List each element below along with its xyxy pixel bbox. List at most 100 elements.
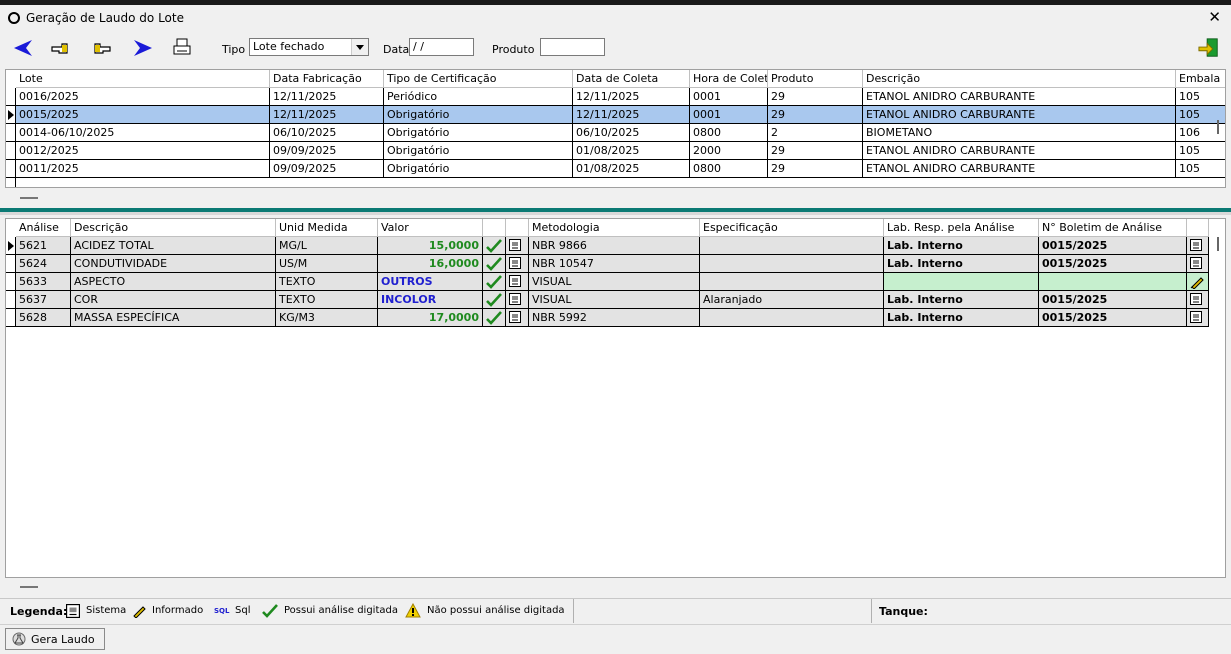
hora-cell: 0800: [690, 124, 768, 142]
col-header-boletim[interactable]: N° Boletim de Análise: [1039, 219, 1187, 237]
col-header-valor[interactable]: Valor: [378, 219, 483, 237]
tipo-cell: Periódico: [384, 88, 573, 106]
table-row-partial[interactable]: [6, 178, 1225, 187]
table-row[interactable]: 0014-06/10/2025 06/10/2025 Obrigatório 0…: [6, 124, 1225, 142]
unid-cell: MG/L: [276, 237, 378, 255]
scrollbar[interactable]: [1217, 120, 1219, 134]
col-header-hora-coleta[interactable]: Hora de Coleta: [690, 70, 768, 88]
close-button[interactable]: ✕: [1208, 8, 1221, 26]
warning-icon: [405, 603, 421, 618]
icon-cell[interactable]: [1187, 309, 1209, 327]
table-row[interactable]: 0012/2025 09/09/2025 Obrigatório 01/08/2…: [6, 142, 1225, 160]
tipo-select[interactable]: Lote fechado: [249, 38, 369, 56]
printer-icon[interactable]: [172, 37, 192, 59]
boletim-cell: 0015/2025: [1039, 291, 1187, 309]
valor-cell[interactable]: INCOLOR: [378, 291, 483, 309]
descricao-cell: ACIDEZ TOTAL: [71, 237, 276, 255]
back-arrow-icon[interactable]: [12, 37, 36, 59]
origem-cell: [506, 309, 529, 327]
especificacao-cell: Alaranjado: [700, 291, 884, 309]
data-input[interactable]: / /: [409, 38, 474, 56]
data-label: Data: [383, 43, 410, 56]
icon-cell[interactable]: [1187, 273, 1209, 291]
system-doc-icon: [509, 239, 521, 251]
col-header-origem[interactable]: [506, 219, 529, 237]
hand-left-icon[interactable]: [50, 37, 70, 59]
produto-cell: 29: [768, 160, 863, 178]
table-row[interactable]: 0016/2025 12/11/2025 Periódico 12/11/202…: [6, 88, 1225, 106]
col-header-embala[interactable]: Embala: [1176, 70, 1225, 88]
table-row[interactable]: 0011/2025 09/09/2025 Obrigatório 01/08/2…: [6, 160, 1225, 178]
table-row[interactable]: 5637 COR TEXTO INCOLOR VISUAL Alaranjado…: [6, 291, 1225, 309]
col-header-descricao[interactable]: Descrição: [71, 219, 276, 237]
descricao-cell: MASSA ESPECÍFICA: [71, 309, 276, 327]
valor-cell[interactable]: 17,0000: [378, 309, 483, 327]
table-row[interactable]: 5628 MASSA ESPECÍFICA KG/M3 17,0000 NBR …: [6, 309, 1225, 327]
col-header-analise[interactable]: Análise: [16, 219, 71, 237]
descricao-cell: ASPECTO: [71, 273, 276, 291]
icon-cell[interactable]: [1187, 237, 1209, 255]
lote-cell: 0014-06/10/2025: [16, 124, 270, 142]
hora-cell: 0001: [690, 88, 768, 106]
scrollbar[interactable]: [1217, 237, 1219, 251]
gera-laudo-button[interactable]: Gera Laudo: [5, 628, 105, 650]
table-row-selected[interactable]: 5621 ACIDEZ TOTAL MG/L 15,0000 NBR 9866 …: [6, 237, 1225, 255]
window-title: Geração de Laudo do Lote: [26, 11, 184, 25]
embala-cell: 105: [1176, 160, 1225, 178]
lab-cell: Lab. Interno: [884, 309, 1039, 327]
icon-cell[interactable]: [1187, 255, 1209, 273]
col-header-icon[interactable]: [1187, 219, 1209, 237]
valor-cell[interactable]: OUTROS: [378, 273, 483, 291]
coleta-cell: 12/11/2025: [573, 106, 690, 124]
descricao-cell: COR: [71, 291, 276, 309]
especificacao-cell: [700, 237, 884, 255]
table-row[interactable]: 5633 ASPECTO TEXTO OUTROS VISUAL: [6, 273, 1225, 291]
analise-cell: 5628: [16, 309, 71, 327]
boletim-cell: 0015/2025: [1039, 237, 1187, 255]
produto-input[interactable]: [540, 38, 605, 56]
col-header-lote[interactable]: Lote: [16, 70, 270, 88]
metodologia-cell: VISUAL: [529, 291, 700, 309]
fabricacao-cell: 12/11/2025: [270, 106, 384, 124]
col-header-especificacao[interactable]: Especificação: [700, 219, 884, 237]
grid-resize-handle[interactable]: [20, 197, 38, 199]
col-header-data-fabricacao[interactable]: Data Fabricação: [270, 70, 384, 88]
row-selected-indicator: [6, 237, 16, 255]
col-header-metodologia[interactable]: Metodologia: [529, 219, 700, 237]
col-header-descricao[interactable]: Descrição: [863, 70, 1176, 88]
icon-cell[interactable]: [1187, 291, 1209, 309]
table-row-selected[interactable]: 0015/2025 12/11/2025 Obrigatório 12/11/2…: [6, 106, 1225, 124]
col-header-data-coleta[interactable]: Data de Coleta: [573, 70, 690, 88]
embala-cell: 105: [1176, 88, 1225, 106]
chevron-down-icon[interactable]: [351, 39, 368, 55]
col-header-lab-resp[interactable]: Lab. Resp. pela Análise: [884, 219, 1039, 237]
exit-door-icon[interactable]: [1197, 37, 1221, 59]
col-header-produto[interactable]: Produto: [768, 70, 863, 88]
produto-cell: 29: [768, 88, 863, 106]
grid-resize-handle[interactable]: [20, 586, 38, 588]
analise-cell: 5637: [16, 291, 71, 309]
lote-cell: 0015/2025: [16, 106, 270, 124]
hand-right-icon[interactable]: [92, 37, 112, 59]
hand-write-icon: [1190, 277, 1204, 290]
lotes-header: Lote Data Fabricação Tipo de Certificaçã…: [6, 70, 1225, 88]
row-indicator: [6, 124, 16, 142]
valor-cell[interactable]: 16,0000: [378, 255, 483, 273]
col-header-unid-medida[interactable]: Unid Medida: [276, 219, 378, 237]
forward-arrow-icon[interactable]: [130, 37, 154, 59]
fabricacao-cell: 06/10/2025: [270, 124, 384, 142]
status-cell: [483, 255, 506, 273]
col-header-status[interactable]: [483, 219, 506, 237]
flask-icon: [12, 632, 26, 646]
gera-laudo-label: Gera Laudo: [31, 633, 95, 646]
lab-cell: [884, 273, 1039, 291]
analise-cell: 5624: [16, 255, 71, 273]
tipo-select-value: Lote fechado: [253, 40, 325, 53]
valor-cell[interactable]: 15,0000: [378, 237, 483, 255]
legend-title: Legenda:: [10, 605, 68, 618]
system-doc-icon: [1190, 239, 1202, 251]
col-header-tipo-certificacao[interactable]: Tipo de Certificação: [384, 70, 573, 88]
table-row[interactable]: 5624 CONDUTIVIDADE US/M 16,0000 NBR 1054…: [6, 255, 1225, 273]
lab-cell: Lab. Interno: [884, 255, 1039, 273]
row-indicator: [6, 178, 16, 187]
